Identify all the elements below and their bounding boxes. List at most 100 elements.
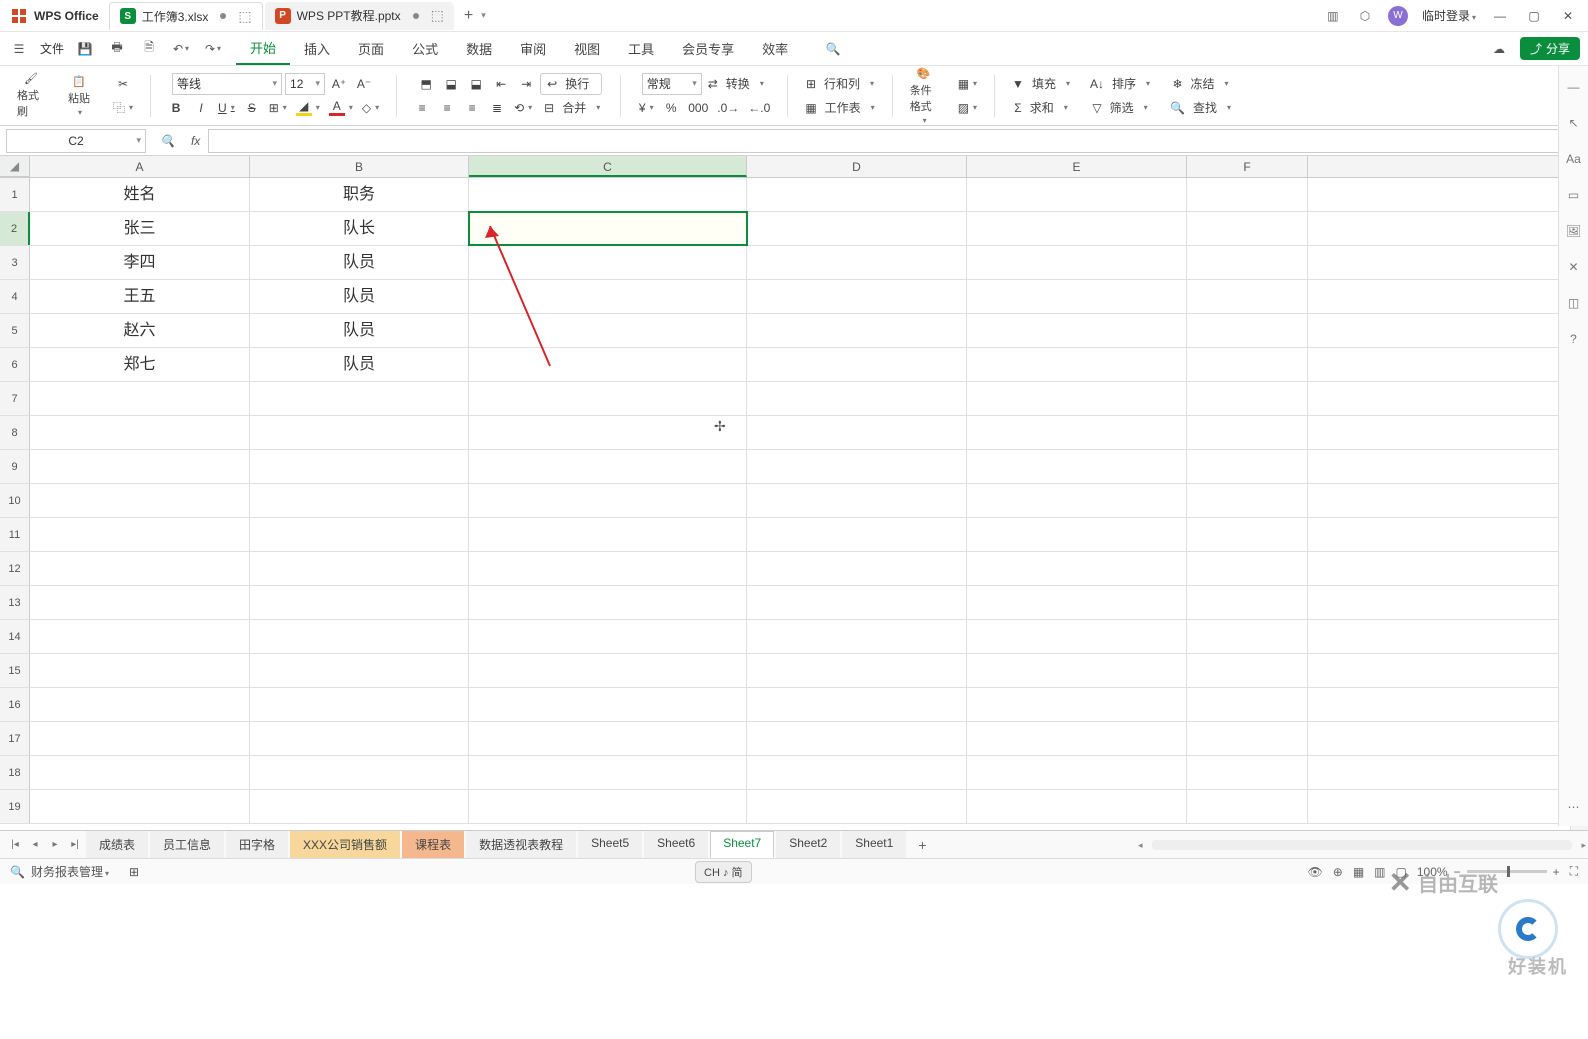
cell-D2[interactable] (747, 212, 967, 245)
cell-C15[interactable] (469, 654, 747, 687)
cell-E6[interactable] (967, 348, 1187, 381)
cell-F3[interactable] (1187, 246, 1308, 279)
cell-E9[interactable] (967, 450, 1187, 483)
col-header-D[interactable]: D (747, 156, 967, 177)
cell-A5[interactable]: 赵六 (30, 314, 250, 347)
clear-format-button[interactable]: ◇ (359, 97, 382, 119)
zoom-in-button[interactable]: + (1553, 865, 1560, 879)
italic-button[interactable]: I (190, 97, 212, 119)
new-tab-button[interactable]: + (456, 7, 481, 25)
cell-E12[interactable] (967, 552, 1187, 585)
cell-A14[interactable] (30, 620, 250, 653)
cell-C11[interactable] (469, 518, 747, 551)
sheet-tab[interactable]: Sheet7 (710, 831, 774, 858)
cell-D11[interactable] (747, 518, 967, 551)
find-button[interactable]: 🔍查找 (1167, 97, 1234, 119)
table-style-button[interactable]: ▦ (955, 73, 980, 95)
row-header[interactable]: 10 (0, 484, 30, 517)
side-select-icon[interactable]: ↖ (1565, 114, 1583, 132)
cell-D14[interactable] (747, 620, 967, 653)
row-header[interactable]: 19 (0, 790, 30, 823)
doc-tab-1[interactable]: S 工作簿3.xlsx ⬚ (109, 2, 263, 30)
cell-D1[interactable] (747, 178, 967, 211)
cell-F13[interactable] (1187, 586, 1308, 619)
cell-A11[interactable] (30, 518, 250, 551)
cell-style-button[interactable]: ▨ (955, 97, 980, 119)
cell-E1[interactable] (967, 178, 1187, 211)
font-name-select[interactable]: 等线▾ (172, 73, 282, 95)
freeze-button[interactable]: ❄冻结 (1169, 73, 1231, 95)
cell-B13[interactable] (250, 586, 469, 619)
cell-E5[interactable] (967, 314, 1187, 347)
sheet-tab[interactable]: Sheet1 (842, 831, 906, 858)
doc-mgmt-icon[interactable]: 🔍 (10, 865, 25, 879)
zoom-fx-icon[interactable]: 🔍 (152, 134, 183, 148)
side-collapse-icon[interactable]: — (1565, 78, 1583, 96)
align-top-button[interactable]: ⬒ (415, 73, 437, 95)
cell-A1[interactable]: 姓名 (30, 178, 250, 211)
bold-button[interactable]: B (165, 97, 187, 119)
cell-F6[interactable] (1187, 348, 1308, 381)
font-size-select[interactable]: 12▾ (285, 73, 325, 95)
fx-icon[interactable]: fx (183, 134, 208, 148)
side-clip-icon[interactable]: ▭ (1565, 186, 1583, 204)
font-color-button[interactable]: A (326, 97, 356, 119)
cell-C1[interactable] (469, 178, 747, 211)
fill-color-button[interactable]: ◢ (293, 97, 323, 119)
row-header[interactable]: 18 (0, 756, 30, 789)
tab-page[interactable]: 页面 (344, 33, 398, 64)
cell-A9[interactable] (30, 450, 250, 483)
view-normal-icon[interactable]: ▦ (1353, 865, 1364, 879)
cell-F5[interactable] (1187, 314, 1308, 347)
tab-tools[interactable]: 工具 (614, 33, 668, 64)
cell-E2[interactable] (967, 212, 1187, 245)
cell-B19[interactable] (250, 790, 469, 823)
save-icon[interactable]: 💾 (74, 38, 96, 60)
increase-decimal-button[interactable]: .0→ (714, 97, 742, 119)
cell-F2[interactable] (1187, 212, 1308, 245)
cell-B8[interactable] (250, 416, 469, 449)
cell-C6[interactable] (469, 348, 747, 381)
cell-C19[interactable] (469, 790, 747, 823)
cell-F4[interactable] (1187, 280, 1308, 313)
cell-F18[interactable] (1187, 756, 1308, 789)
cell-E3[interactable] (967, 246, 1187, 279)
cell-A17[interactable] (30, 722, 250, 755)
decrease-indent-button[interactable]: ⇤ (490, 73, 512, 95)
sheet-nav-first[interactable]: |◂ (6, 836, 24, 854)
undo-icon[interactable]: ↶ (170, 38, 192, 60)
tab-data[interactable]: 数据 (452, 33, 506, 64)
cell-C12[interactable] (469, 552, 747, 585)
cell-C10[interactable] (469, 484, 747, 517)
cell-D6[interactable] (747, 348, 967, 381)
side-tools-icon[interactable]: ✕ (1565, 258, 1583, 276)
sheet-tab[interactable]: 数据透视表教程 (466, 831, 576, 858)
view-eye-icon[interactable]: 👁 (1308, 865, 1323, 879)
increase-font-button[interactable]: A⁺ (328, 73, 350, 95)
cell-D4[interactable] (747, 280, 967, 313)
row-header[interactable]: 1 (0, 178, 30, 211)
cell-C13[interactable] (469, 586, 747, 619)
cell-F14[interactable] (1187, 620, 1308, 653)
number-format-select[interactable]: 常规▾ (642, 73, 702, 95)
row-header[interactable]: 17 (0, 722, 30, 755)
align-center-button[interactable]: ≡ (436, 97, 458, 119)
cell-F9[interactable] (1187, 450, 1308, 483)
row-header[interactable]: 9 (0, 450, 30, 483)
cell-E4[interactable] (967, 280, 1187, 313)
cloud-icon[interactable]: ☁ (1488, 38, 1510, 60)
layout-icon[interactable]: ▥ (1324, 7, 1342, 25)
merge-button[interactable]: ⊟合并 (538, 97, 606, 119)
cell-C18[interactable] (469, 756, 747, 789)
sheet-tab[interactable]: Sheet5 (578, 831, 642, 858)
cell-D12[interactable] (747, 552, 967, 585)
cell-A13[interactable] (30, 586, 250, 619)
tab-home[interactable]: 开始 (236, 32, 290, 65)
cell-B11[interactable] (250, 518, 469, 551)
sheet-nav-prev[interactable]: ◂ (26, 836, 44, 854)
cell-A19[interactable] (30, 790, 250, 823)
cell-F19[interactable] (1187, 790, 1308, 823)
row-header[interactable]: 13 (0, 586, 30, 619)
cell-E14[interactable] (967, 620, 1187, 653)
horizontal-scrollbar[interactable] (1152, 840, 1572, 850)
